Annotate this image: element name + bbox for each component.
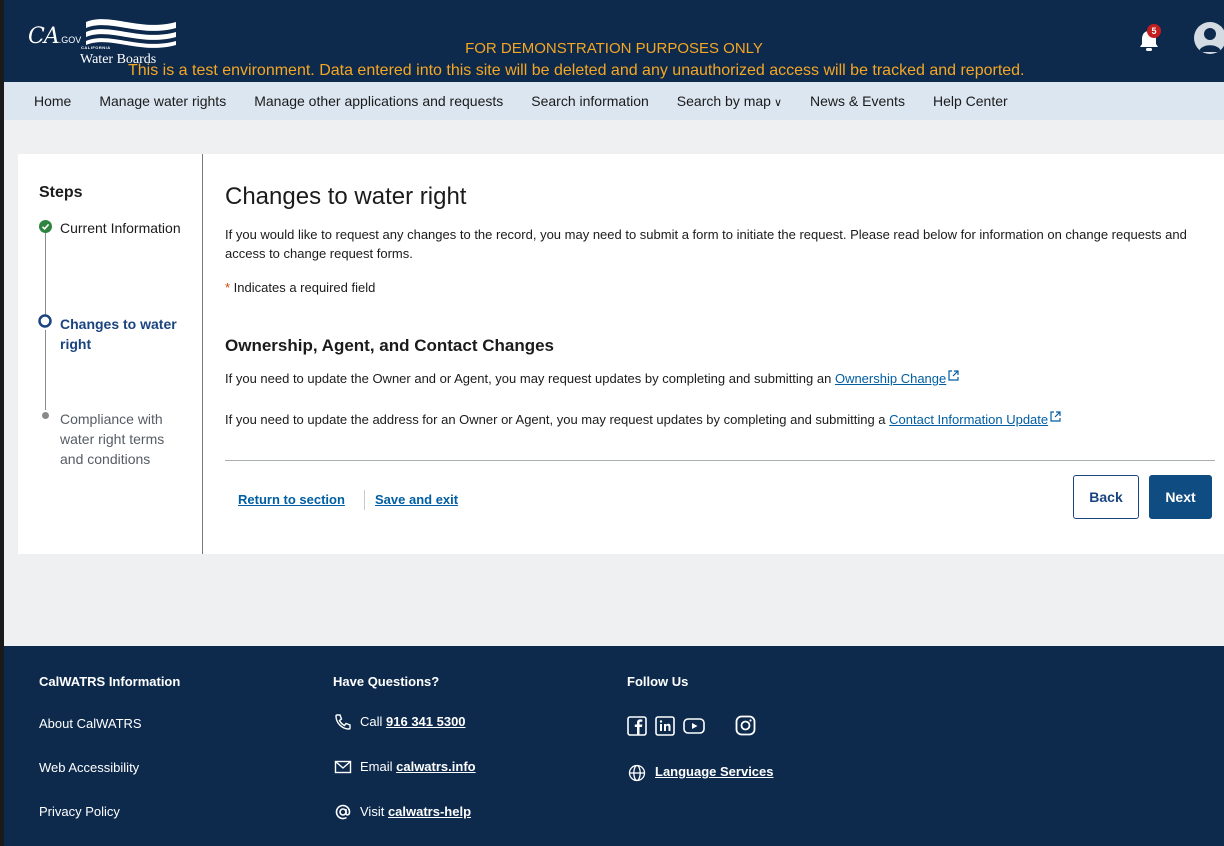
external-link-icon bbox=[1050, 411, 1061, 422]
nav-news-events[interactable]: News & Events bbox=[810, 93, 905, 109]
pending-step-dot-icon bbox=[42, 412, 49, 419]
steps-divider bbox=[202, 154, 203, 554]
site-header: CA.GOV CALIFORNIA Water Boards FOR DEMON… bbox=[4, 0, 1224, 82]
step-connector bbox=[45, 330, 46, 410]
external-link-icon bbox=[948, 370, 959, 381]
back-button[interactable]: Back bbox=[1073, 475, 1139, 519]
nav-help-center[interactable]: Help Center bbox=[933, 93, 1008, 109]
chevron-down-icon: ∨ bbox=[773, 97, 783, 109]
nav-home[interactable]: Home bbox=[34, 93, 71, 109]
email-icon bbox=[334, 760, 352, 774]
step-changes-to-water-right[interactable]: Changes to water right bbox=[60, 314, 190, 354]
linkedin-icon[interactable] bbox=[655, 716, 675, 736]
contact-information-update-link[interactable]: Contact Information Update bbox=[889, 412, 1048, 427]
contact-update-text: If you need to update the address for an… bbox=[225, 411, 1061, 427]
link-separator bbox=[364, 490, 365, 510]
nav-search-by-map-label: Search by map bbox=[676, 93, 771, 109]
return-to-section-link[interactable]: Return to section bbox=[238, 492, 345, 507]
step-current-information[interactable]: Current Information bbox=[60, 218, 190, 238]
footer-privacy-link[interactable]: Privacy Policy bbox=[39, 804, 120, 819]
site-footer bbox=[4, 646, 1224, 846]
demo-banner-text: This is a test environment. Data entered… bbox=[128, 62, 1025, 79]
phone-number-link[interactable]: 916 341 5300 bbox=[386, 714, 466, 729]
facebook-icon[interactable] bbox=[627, 716, 647, 736]
footer-language-text: Language Services bbox=[655, 764, 774, 779]
demo-banner-title: FOR DEMONSTRATION PURPOSES ONLY bbox=[465, 40, 763, 57]
nav-manage-water-rights[interactable]: Manage water rights bbox=[99, 93, 226, 109]
ownership-change-text: If you need to update the Owner and or A… bbox=[225, 370, 959, 386]
nav-search-by-map[interactable]: Search by map ∨ bbox=[677, 93, 782, 109]
footer-visit-text: Visit calwatrs-help bbox=[360, 804, 472, 819]
main-nav: Home Manage water rights Manage other ap… bbox=[4, 82, 1224, 120]
required-field-note: * Indicates a required field bbox=[225, 280, 376, 295]
current-step-circle-icon bbox=[38, 314, 52, 328]
section-divider bbox=[225, 460, 1215, 461]
phone-icon bbox=[335, 714, 351, 730]
nav-search-information[interactable]: Search information bbox=[531, 93, 649, 109]
at-sign-icon bbox=[335, 804, 351, 820]
step-connector bbox=[45, 232, 46, 318]
section-title: Ownership, Agent, and Contact Changes bbox=[225, 336, 555, 355]
footer-call-text: Call 916 341 5300 bbox=[360, 714, 466, 729]
language-services-link[interactable]: Language Services bbox=[655, 764, 774, 779]
footer-accessibility-link[interactable]: Web Accessibility bbox=[39, 760, 139, 775]
footer-about-link[interactable]: About CalWATRS bbox=[39, 716, 142, 731]
footer-follow-title: Follow Us bbox=[627, 674, 689, 689]
email-link[interactable]: calwatrs.info bbox=[396, 759, 475, 774]
ownership-change-link[interactable]: Ownership Change bbox=[835, 371, 946, 386]
globe-icon bbox=[628, 764, 646, 782]
page-title: Changes to water right bbox=[225, 183, 467, 210]
instagram-icon[interactable] bbox=[735, 715, 756, 736]
notification-count-badge: 5 bbox=[1147, 24, 1161, 38]
user-avatar-icon[interactable] bbox=[1194, 22, 1224, 54]
intro-text: If you would like to request any changes… bbox=[225, 227, 1187, 261]
footer-questions-title: Have Questions? bbox=[333, 674, 440, 689]
next-button[interactable]: Next bbox=[1149, 475, 1212, 519]
youtube-icon[interactable] bbox=[683, 716, 705, 736]
save-and-exit-link[interactable]: Save and exit bbox=[375, 492, 458, 507]
step-compliance[interactable]: Compliance with water right terms and co… bbox=[60, 409, 190, 469]
check-circle-icon bbox=[39, 220, 52, 233]
steps-title: Steps bbox=[39, 184, 83, 201]
footer-email-text: Email calwatrs.info bbox=[360, 759, 476, 774]
form-card bbox=[18, 154, 1224, 554]
help-site-link[interactable]: calwatrs-help bbox=[388, 804, 471, 819]
footer-calwatrs-title: CalWATRS Information bbox=[39, 674, 181, 689]
nav-manage-other-applications[interactable]: Manage other applications and requests bbox=[254, 93, 503, 109]
